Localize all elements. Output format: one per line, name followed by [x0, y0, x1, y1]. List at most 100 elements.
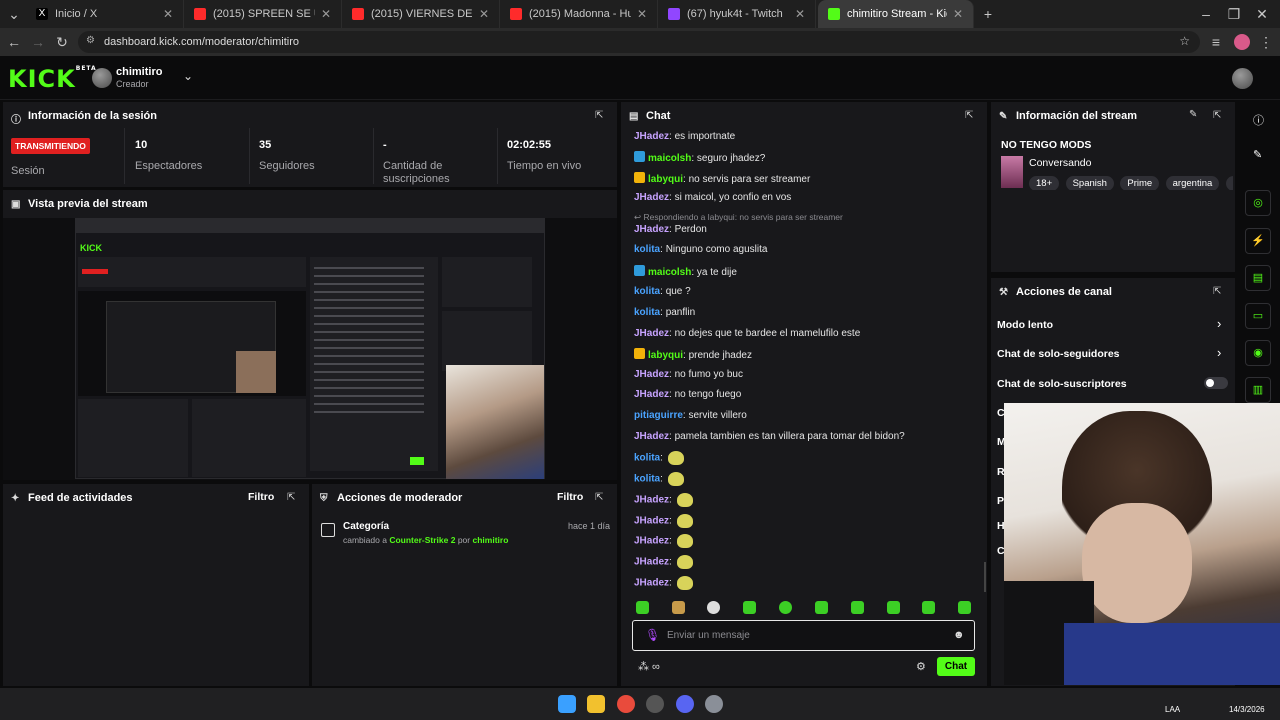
obs-icon[interactable] [646, 695, 664, 713]
minimize-icon[interactable]: – [1196, 4, 1216, 24]
close-icon[interactable]: ✕ [321, 7, 331, 21]
expand-icon[interactable]: ⇱ [1213, 110, 1225, 122]
emote-icon[interactable] [636, 601, 649, 614]
chat-username[interactable]: JHadez [634, 495, 669, 506]
chat-message[interactable]: pitiaguirre: servite villero [634, 410, 747, 421]
pencil-icon[interactable]: ✎ [1253, 148, 1262, 161]
chat-message[interactable]: JHadez: [634, 534, 693, 548]
chat-username[interactable]: kolita [634, 453, 660, 464]
chat-message[interactable]: kolita: Ninguno como aguslita [634, 244, 767, 255]
emote-icon[interactable] [887, 601, 900, 614]
info-icon[interactable]: ⓘ [1253, 112, 1264, 128]
chat-message[interactable]: JHadez: pamela tambien es tan villera pa… [634, 431, 905, 442]
tab-youtube-3[interactable]: (2015) Madonna - Hung Up (Of ✕ [500, 0, 658, 28]
chat-username[interactable]: JHadez [634, 224, 669, 235]
emoji-icon[interactable]: ☻ [953, 629, 965, 641]
media-control-icon[interactable]: ≡ [1206, 32, 1226, 52]
back-icon[interactable]: ← [4, 32, 24, 52]
chat-username[interactable]: maicolsh [648, 153, 691, 164]
expand-icon[interactable]: ⇱ [1213, 286, 1225, 298]
chat-message[interactable]: JHadez: no tengo fuego [634, 389, 741, 400]
chat-message[interactable]: JHadez: Perdon [634, 224, 707, 235]
chat-username[interactable]: JHadez [634, 389, 669, 400]
edit-icon[interactable]: ✎ [1189, 109, 1197, 120]
subscribers-only-toggle[interactable] [1204, 377, 1228, 389]
emote-icon[interactable] [743, 601, 756, 614]
rail-chat-icon[interactable]: ▭ [1245, 303, 1271, 329]
chat-message[interactable]: maicolsh: ya te dije [634, 265, 737, 278]
rail-layout-icon[interactable]: ▥ [1245, 377, 1271, 403]
chat-message[interactable]: JHadez: [634, 576, 693, 590]
stream-preview-video[interactable]: KICK [75, 218, 545, 479]
kick-logo[interactable]: KICKBETA [8, 65, 97, 93]
tab-search-icon[interactable]: ⌄ [4, 4, 24, 24]
window-close-icon[interactable]: ✕ [1252, 4, 1272, 24]
chat-username[interactable]: JHadez [634, 431, 669, 442]
new-tab-icon[interactable]: + [978, 4, 998, 24]
emote-icon[interactable] [779, 601, 792, 614]
tag-chip[interactable]: cs [1225, 176, 1233, 190]
close-icon[interactable]: ✕ [637, 7, 647, 21]
chat-message[interactable]: labyqui: no servis para ser streamer [634, 172, 810, 185]
user-avatar[interactable] [1232, 68, 1253, 89]
user-link[interactable]: chimitiro [473, 535, 509, 545]
browser-menu-icon[interactable]: ⋮ [1256, 32, 1276, 52]
windows-start-icon[interactable] [558, 695, 576, 713]
subscribers-only-item[interactable]: Chat de solo-suscriptores [997, 378, 1127, 390]
tab-youtube-2[interactable]: (2015) VIERNES DE BLACKJACK ✕ [342, 0, 500, 28]
expand-icon[interactable]: ⇱ [965, 110, 977, 122]
chat-message[interactable]: labyqui: prende jhadez [634, 348, 752, 361]
slow-mode-item[interactable]: Modo lento [997, 319, 1053, 331]
url-bar[interactable]: ⚙ dashboard.kick.com/moderator/chimitiro… [78, 31, 1200, 53]
chat-message[interactable]: JHadez: [634, 493, 693, 507]
settings-app-icon[interactable] [705, 695, 723, 713]
mod-filter-button[interactable]: Filtro [557, 491, 583, 503]
tag-chip[interactable]: argentina [1165, 176, 1220, 190]
discord-icon[interactable] [676, 695, 694, 713]
chat-username[interactable]: JHadez [634, 192, 669, 203]
close-icon[interactable]: ✕ [163, 7, 173, 21]
chat-username[interactable]: pitiaguirre [634, 410, 683, 421]
tab-kick-active[interactable]: chimitiro Stream - Kick Dashbo ✕ [818, 0, 974, 28]
emote-icon[interactable] [672, 601, 685, 614]
chat-username[interactable]: JHadez [634, 536, 669, 547]
chat-message[interactable]: kolita: que ? [634, 286, 691, 297]
chat-username[interactable]: kolita [634, 286, 660, 297]
rail-bolt-icon[interactable]: ⚡ [1245, 228, 1271, 254]
chat-badges-icon[interactable]: ⁂ ∞ [638, 660, 660, 673]
tab-x[interactable]: X Inicio / X ✕ [26, 0, 184, 28]
category-link[interactable]: Counter-Strike 2 [389, 535, 455, 545]
chat-scrollbar[interactable] [984, 562, 986, 592]
close-icon[interactable]: ✕ [795, 7, 805, 21]
chrome-icon[interactable] [617, 695, 635, 713]
rail-broadcast-icon[interactable]: ◉ [1245, 340, 1271, 366]
bookmark-star-icon[interactable]: ☆ [1179, 34, 1190, 48]
chat-username[interactable]: kolita [634, 474, 660, 485]
reload-icon[interactable]: ↻ [52, 32, 72, 52]
maximize-icon[interactable]: ❐ [1224, 4, 1244, 24]
chat-message[interactable]: kolita: [634, 451, 684, 465]
tab-youtube-1[interactable]: (2015) SPREEN SE UNE A LOS T ✕ [184, 0, 342, 28]
tag-chip[interactable]: Prime [1120, 176, 1160, 190]
chat-message[interactable]: JHadez: es importnate [634, 131, 735, 142]
chat-message[interactable]: kolita: panflin [634, 307, 695, 318]
chevron-right-icon[interactable]: › [1217, 316, 1221, 331]
profile-avatar[interactable] [1234, 34, 1250, 50]
chat-message[interactable]: JHadez: no fumo yo buc [634, 369, 743, 380]
emote-icon[interactable] [958, 601, 971, 614]
chat-username[interactable]: labyqui [648, 350, 683, 361]
chat-message[interactable]: JHadez: [634, 555, 693, 569]
rail-target-icon[interactable]: ◎ [1245, 190, 1271, 216]
mic-icon[interactable]: 🎙 [645, 628, 660, 642]
chat-username[interactable]: JHadez [634, 328, 669, 339]
forward-icon[interactable]: → [28, 32, 48, 52]
tag-chip[interactable]: Spanish [1065, 176, 1114, 190]
file-explorer-icon[interactable] [587, 695, 605, 713]
language-indicator[interactable]: LAA [1165, 705, 1180, 714]
chat-message[interactable]: JHadez: si maicol, yo confio en vos [634, 192, 791, 203]
activity-filter-button[interactable]: Filtro [248, 491, 274, 503]
emote-icon[interactable] [815, 601, 828, 614]
settings-gear-icon[interactable]: ⚙ [916, 660, 926, 673]
chat-username[interactable]: JHadez [634, 369, 669, 380]
emote-icon[interactable] [707, 601, 720, 614]
